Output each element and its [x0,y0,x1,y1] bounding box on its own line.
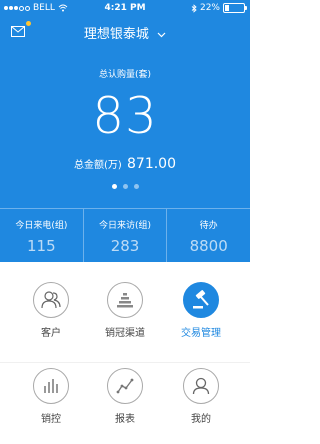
stat-label: 待办 [199,221,218,231]
menu-icon-circle [107,368,143,404]
stat-calls[interactable]: 今日来电(组) 115 [0,209,83,263]
pyramid-icon [117,293,133,308]
menu-icon-circle [33,368,69,404]
menu-icon-circle [107,282,143,318]
stat-value: 283 [110,237,140,255]
users-icon [41,291,61,309]
menu-item-reports[interactable]: 报表 [85,368,165,425]
user-icon [192,377,210,395]
stat-value: 115 [27,237,56,255]
menu-label: 交易管理 [181,328,221,339]
page-dot[interactable] [133,184,139,189]
menu-item-transactions[interactable]: 交易管理 [161,282,241,339]
menu-label: 我的 [191,414,211,425]
stat-value: 8800 [189,237,228,255]
metric-label: 总认购量(套) [98,70,152,80]
chevron-down-icon [157,32,166,37]
bar-chart-icon [44,379,58,393]
trend-line-icon [116,378,134,394]
nav-bar: 理想银泰城 [0,16,250,48]
menu-item-customers[interactable]: 客户 [11,282,91,339]
menu-item-sales-control[interactable]: 销控 [11,368,91,425]
stat-label: 今日来电(组) [15,221,68,231]
menu-icon-circle [33,282,69,318]
stat-label: 今日来访(组) [98,221,152,231]
project-selector[interactable]: 理想银泰城 [0,23,250,42]
menu-item-top-sales-channel[interactable]: 销冠渠道 [85,282,165,339]
project-title: 理想银泰城 [83,27,149,42]
page-dot[interactable] [122,184,128,189]
stat-visits[interactable]: 今日来访(组) 283 [82,209,167,263]
menu-label: 客户 [41,328,61,339]
battery-percent: 22% [199,3,220,13]
page-indicator[interactable] [0,184,250,189]
stats-row: 今日来电(组) 115 今日来访(组) 283 待办 8800 [0,208,250,263]
menu-label: 报表 [115,414,135,425]
stat-todo[interactable]: 待办 8800 [166,209,250,263]
amount-line: 总金额(万) 871.00 [0,156,250,172]
metric-value: 83 [92,87,158,145]
bluetooth-icon [191,3,197,13]
header-panel: BELL 4:21 PM 22% 理想银泰城 总认购量(套) 83 总金额(万)… [0,0,250,263]
menu-item-profile[interactable]: 我的 [161,368,241,425]
menu-grid: 客户 销冠渠道 交易管理 销控 报表 我的 [0,262,250,444]
menu-label: 销冠渠道 [105,328,145,339]
row-divider [0,362,250,363]
menu-icon-circle [183,368,219,404]
page-dot[interactable] [111,184,117,189]
amount-label: 总金额(万) [74,160,122,171]
menu-label: 销控 [41,414,61,425]
amount-value: 871.00 [127,156,176,172]
battery-icon [223,3,247,13]
gavel-icon [193,290,209,309]
status-right: 22% [191,0,247,16]
menu-icon-circle [183,282,219,318]
status-bar: BELL 4:21 PM 22% [0,0,250,16]
